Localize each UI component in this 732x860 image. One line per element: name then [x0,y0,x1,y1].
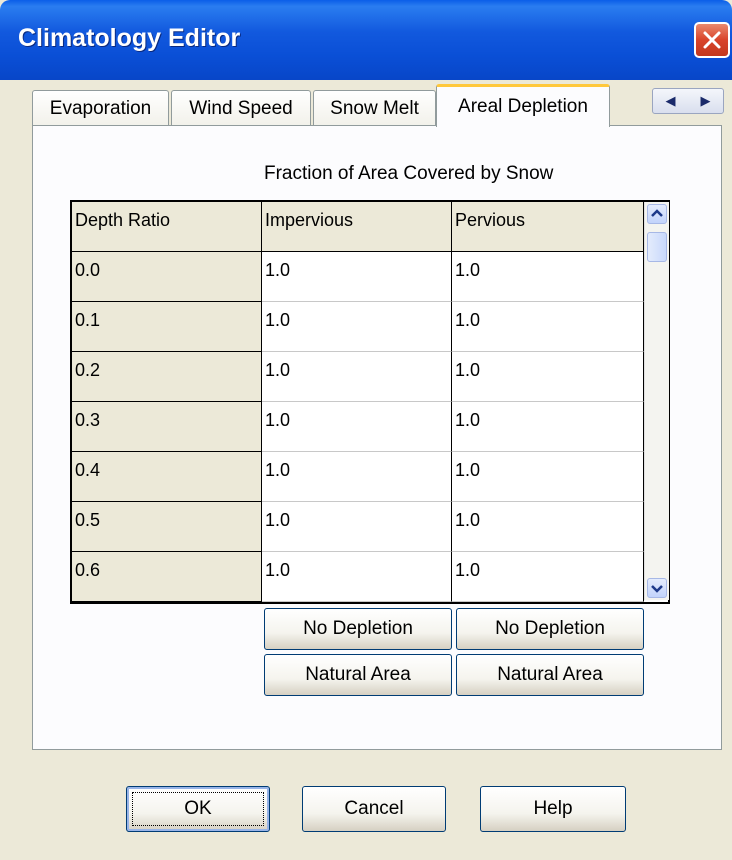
pervious-cell[interactable]: 1.0 [452,502,644,552]
climatology-editor-window: Climatology Editor Evaporation Wind Spee… [0,0,732,860]
impervious-cell[interactable]: 1.0 [262,252,452,302]
tab-snow-melt[interactable]: Snow Melt [313,90,436,126]
column-header-depth-ratio: Depth Ratio [72,202,262,252]
pervious-cell[interactable]: 1.0 [452,552,644,602]
tab-label: Areal Depletion [458,96,588,117]
pervious-cell[interactable]: 1.0 [452,302,644,352]
title-bar[interactable]: Climatology Editor [0,0,732,80]
pervious-no-depletion-button[interactable]: No Depletion [456,608,644,650]
impervious-cell[interactable]: 1.0 [262,502,452,552]
impervious-natural-area-button[interactable]: Natural Area [264,654,452,696]
row-header-depth: 0.4 [72,452,262,502]
impervious-cell[interactable]: 1.0 [262,402,452,452]
row-header-depth: 0.0 [72,252,262,302]
chevron-down-icon [651,585,663,593]
tab-label: Wind Speed [189,97,293,119]
pervious-cell[interactable]: 1.0 [452,402,644,452]
cancel-button[interactable]: Cancel [302,786,446,832]
pervious-cell[interactable]: 1.0 [452,252,644,302]
column-header-impervious: Impervious [262,202,452,252]
grid-vertical-scrollbar[interactable] [644,202,669,600]
tab-scroll-buttons: ◀ ▶ [652,88,724,114]
pervious-cell[interactable]: 1.0 [452,352,644,402]
tab-strip: Evaporation Wind Speed Snow Melt Areal D… [32,84,732,127]
chevron-up-icon [651,209,663,217]
impervious-cell[interactable]: 1.0 [262,552,452,602]
help-button[interactable]: Help [480,786,626,832]
tab-wind-speed[interactable]: Wind Speed [171,90,311,126]
row-header-depth: 0.3 [72,402,262,452]
tab-evaporation[interactable]: Evaporation [32,90,169,126]
pervious-cell[interactable]: 1.0 [452,452,644,502]
scroll-up-button[interactable] [647,204,667,224]
depletion-grid: Depth Ratio Impervious Pervious 0.0 1.0 … [70,200,670,604]
tab-label: Snow Melt [330,97,419,119]
impervious-cell[interactable]: 1.0 [262,352,452,402]
close-button[interactable] [694,22,730,58]
column-header-pervious: Pervious [452,202,644,252]
window-title: Climatology Editor [18,24,241,52]
close-icon [703,31,721,49]
row-header-depth: 0.6 [72,552,262,602]
impervious-cell[interactable]: 1.0 [262,452,452,502]
tab-areal-depletion[interactable]: Areal Depletion [436,84,610,127]
ok-button[interactable]: OK [126,786,270,832]
chevron-right-icon[interactable]: ▶ [688,89,723,113]
row-header-depth: 0.1 [72,302,262,352]
scroll-thumb[interactable] [647,232,667,262]
chevron-left-icon[interactable]: ◀ [653,89,688,113]
scroll-down-button[interactable] [647,578,667,598]
focus-ring [132,792,264,826]
tab-label: Evaporation [49,97,152,119]
impervious-cell[interactable]: 1.0 [262,302,452,352]
impervious-no-depletion-button[interactable]: No Depletion [264,608,452,650]
row-header-depth: 0.2 [72,352,262,402]
grid-caption: Fraction of Area Covered by Snow [264,163,554,184]
pervious-natural-area-button[interactable]: Natural Area [456,654,644,696]
row-header-depth: 0.5 [72,502,262,552]
